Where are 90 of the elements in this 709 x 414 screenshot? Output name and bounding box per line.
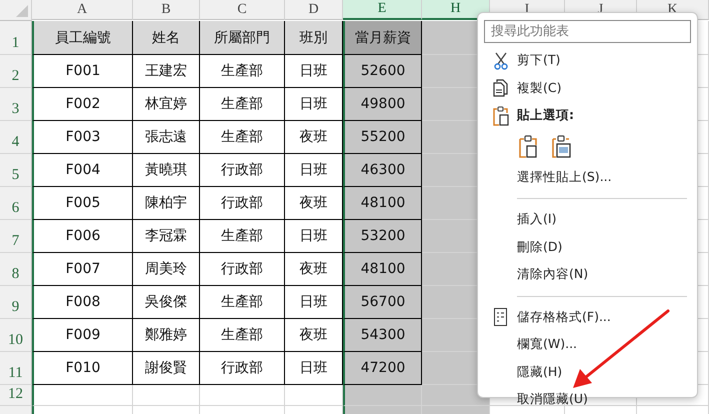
table-cell: 夜班 [285, 319, 343, 352]
row-header[interactable]: 6 [0, 187, 32, 220]
table-cell: 姓名 [133, 21, 200, 55]
table-cell: 生產部 [200, 319, 285, 352]
table-cell: 吳俊傑 [133, 286, 200, 319]
row-header[interactable]: 8 [0, 253, 32, 286]
search-field[interactable]: 搜尋此功能表 [484, 20, 691, 43]
table-cell: 謝俊賢 [133, 352, 200, 385]
table-cell: 鄭雅婷 [133, 319, 200, 352]
table-cell: 林宜婷 [133, 88, 200, 121]
menu-item[interactable]: 剪下(T) [484, 47, 691, 74]
table-cell: F006 [32, 220, 133, 253]
table-cell: 48100 [343, 253, 422, 286]
table-cell: F003 [32, 121, 133, 154]
table-cell: 夜班 [285, 253, 343, 286]
menu-item[interactable]: 插入(I) [484, 206, 691, 234]
table-cell: 夜班 [285, 187, 343, 220]
table-cell: 所屬部門 [200, 21, 285, 55]
table-cell: 夜班 [285, 121, 343, 154]
table-cell: 生產部 [200, 88, 285, 121]
column-header[interactable]: C [200, 0, 285, 20]
table-cell: 班別 [285, 21, 343, 55]
menu-item[interactable]: 隱藏(H) [484, 358, 691, 386]
table-cell: 48100 [343, 187, 422, 220]
menu-item[interactable]: 清除內容(N) [484, 261, 691, 288]
table-cell: 周美玲 [133, 253, 200, 286]
table-cell: F009 [32, 319, 133, 352]
column-header[interactable]: H [422, 0, 490, 20]
table-cell: 行政部 [200, 154, 285, 187]
table-cell: 47200 [343, 352, 422, 385]
column-header[interactable]: E [343, 0, 422, 20]
table-cell: 56700 [343, 286, 422, 319]
table-cell: F007 [32, 253, 133, 286]
row-header[interactable]: 7 [0, 220, 32, 253]
column-header[interactable]: B [133, 0, 200, 20]
menu-item[interactable]: 貼上選項: [484, 102, 691, 130]
table-cell: 生產部 [200, 55, 285, 88]
column-header[interactable]: D [285, 0, 343, 20]
menu-item[interactable]: 欄寬(W)... [484, 331, 691, 358]
table-cell: F005 [32, 187, 133, 220]
table-cell: 生產部 [200, 121, 285, 154]
table-cell: 日班 [285, 352, 343, 385]
table-cell: 49800 [343, 88, 422, 121]
table-cell: F004 [32, 154, 133, 187]
row-header[interactable]: 3 [0, 88, 32, 121]
table-cell: 46300 [343, 154, 422, 187]
table-cell: 日班 [285, 154, 343, 187]
table-cell: 李冠霖 [133, 220, 200, 253]
table-cell: 行政部 [200, 253, 285, 286]
menu-item[interactable]: 取消隱藏(U) [484, 386, 691, 414]
table-cell: F008 [32, 286, 133, 319]
format-cells-icon [494, 308, 507, 326]
table-cell: 日班 [285, 88, 343, 121]
table-cell: 日班 [285, 220, 343, 253]
column-header[interactable]: A [32, 0, 133, 20]
row-header[interactable]: 5 [0, 154, 32, 187]
row-header[interactable]: 12 [0, 385, 32, 406]
menu-item[interactable]: 儲存格格式(F)... [484, 304, 691, 331]
table-cell: 52600 [343, 55, 422, 88]
scissors-icon [494, 52, 508, 70]
table-cell: 生產部 [200, 286, 285, 319]
menu-item[interactable]: 刪除(D) [484, 234, 691, 261]
table-cell [133, 385, 200, 406]
row-header[interactable]: 2 [0, 55, 32, 88]
row-header[interactable]: 4 [0, 121, 32, 154]
menu-item[interactable]: 選擇性貼上(S)... [484, 164, 691, 191]
table-cell: 54300 [343, 319, 422, 352]
clipboard-icon [492, 106, 508, 126]
table-cell: 王建宏 [133, 55, 200, 88]
copy-icon [492, 79, 508, 98]
table-cell: 53200 [343, 220, 422, 253]
table-cell: 55200 [343, 121, 422, 154]
table-cell: 行政部 [200, 352, 285, 385]
menu-item[interactable]: 複製(C) [484, 74, 691, 102]
table-cell: 陳柏宇 [133, 187, 200, 220]
table-cell: 行政部 [200, 187, 285, 220]
row-header[interactable]: 10 [0, 319, 32, 352]
table-cell: 當月薪資 [343, 21, 422, 55]
table-cell: F002 [32, 88, 133, 121]
row-header[interactable]: 9 [0, 286, 32, 319]
table-cell: 黃曉琪 [133, 154, 200, 187]
row-header[interactable]: 1 [0, 21, 32, 55]
table-cell: F010 [32, 352, 133, 385]
table-cell: 生產部 [200, 220, 285, 253]
table-cell: 員工編號 [32, 21, 133, 55]
row-header[interactable]: 11 [0, 352, 32, 385]
table-cell: F001 [32, 55, 133, 88]
table-cell: 張志遠 [133, 121, 200, 154]
table-cell: 日班 [285, 55, 343, 88]
table-cell: 日班 [285, 286, 343, 319]
